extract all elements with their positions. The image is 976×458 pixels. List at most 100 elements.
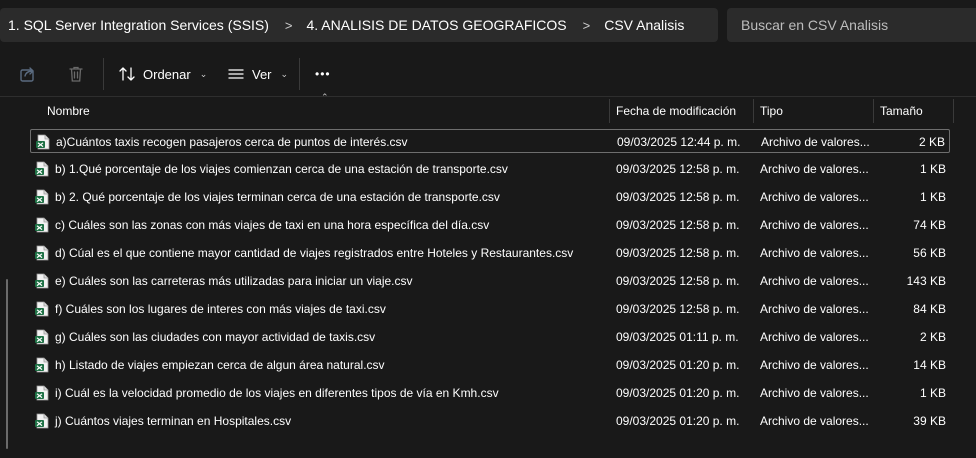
search-placeholder: Buscar en CSV Analisis: [741, 17, 889, 33]
file-type: Archivo de valores...: [761, 135, 870, 149]
chevron-right-icon[interactable]: >: [583, 18, 591, 33]
file-row[interactable]: j) Cuántos viajes terminan en Hospitales…: [30, 409, 950, 433]
file-size: 14 KB: [913, 358, 946, 372]
file-name: i) Cuál es la velocidad promedio de los …: [55, 386, 499, 400]
file-size: 84 KB: [913, 302, 946, 316]
file-type: Archivo de valores...: [760, 302, 869, 316]
breadcrumb[interactable]: 1. SQL Server Integration Services (SSIS…: [0, 8, 718, 42]
view-icon: [228, 69, 244, 79]
file-modified-date: 09/03/2025 12:58 p. m.: [616, 190, 740, 204]
column-header-name[interactable]: Nombre: [47, 104, 90, 118]
sort-icon: [119, 67, 135, 81]
file-size: 1 KB: [919, 162, 946, 176]
file-row[interactable]: g) Cuáles son las ciudades con mayor act…: [30, 325, 950, 349]
file-row[interactable]: i) Cuál es la velocidad promedio de los …: [30, 381, 950, 405]
file-name: f) Cuáles son los lugares de interes con…: [55, 302, 386, 316]
file-modified-date: 09/03/2025 12:58 p. m.: [616, 274, 740, 288]
file-row[interactable]: b) 1.Qué porcentaje de los viajes comien…: [30, 157, 950, 181]
file-name: d) Cúal es el que contiene mayor cantida…: [55, 246, 574, 260]
column-header-row: ⌃ Nombre Fecha de modificación Tipo Tama…: [0, 92, 976, 123]
chevron-right-icon[interactable]: >: [285, 18, 293, 33]
column-header-date[interactable]: Fecha de modificación: [616, 104, 736, 118]
toolbar-divider: [103, 58, 104, 90]
file-size: 2 KB: [919, 330, 946, 344]
file-type: Archivo de valores...: [760, 246, 869, 260]
toolbar-divider: [299, 58, 300, 90]
file-modified-date: 09/03/2025 12:44 p. m.: [617, 135, 741, 149]
file-name: e) Cuáles son las carreteras más utiliza…: [55, 274, 413, 288]
file-size: 2 KB: [918, 135, 945, 149]
sort-ascending-icon: ⌃: [321, 92, 329, 102]
breadcrumb-item-analisis-geograficos[interactable]: 4. ANALISIS DE DATOS GEOGRAFICOS: [307, 17, 567, 33]
file-list: ⌃ Nombre Fecha de modificación Tipo Tama…: [0, 92, 976, 458]
csv-file-icon: [34, 217, 50, 233]
more-options-button[interactable]: •••: [315, 62, 331, 86]
csv-file-icon: [34, 413, 50, 429]
column-header-type[interactable]: Tipo: [760, 104, 783, 118]
file-row[interactable]: f) Cuáles son los lugares de interes con…: [30, 297, 950, 321]
file-modified-date: 09/03/2025 12:58 p. m.: [616, 162, 740, 176]
search-input[interactable]: Buscar en CSV Analisis: [727, 8, 976, 42]
file-modified-date: 09/03/2025 01:20 p. m.: [616, 414, 740, 428]
csv-file-icon: [34, 161, 50, 177]
file-row[interactable]: a)Cuántos taxis recogen pasajeros cerca …: [30, 129, 950, 153]
csv-file-icon: [34, 189, 50, 205]
more-icon: •••: [315, 67, 331, 81]
csv-file-icon: [34, 357, 50, 373]
file-size: 56 KB: [913, 246, 946, 260]
csv-file-icon: [34, 273, 50, 289]
file-modified-date: 09/03/2025 12:58 p. m.: [616, 218, 740, 232]
file-type: Archivo de valores...: [760, 330, 869, 344]
command-bar: Ordenar ⌄ Ver ⌄ •••: [0, 52, 976, 96]
file-name: h) Listado de viajes empiezan cerca de a…: [55, 358, 385, 372]
file-name: b) 1.Qué porcentaje de los viajes comien…: [55, 162, 508, 176]
file-name: a)Cuántos taxis recogen pasajeros cerca …: [56, 135, 408, 149]
sort-button[interactable]: Ordenar ⌄: [118, 62, 207, 86]
chevron-down-icon: ⌄: [199, 68, 208, 79]
file-modified-date: 09/03/2025 12:58 p. m.: [616, 302, 740, 316]
view-label: Ver: [252, 66, 272, 82]
file-type: Archivo de valores...: [760, 162, 869, 176]
file-type: Archivo de valores...: [760, 358, 869, 372]
csv-file-icon: [34, 245, 50, 261]
file-size: 1 KB: [919, 386, 946, 400]
column-divider[interactable]: [873, 99, 874, 123]
sort-label: Ordenar: [143, 66, 191, 82]
file-type: Archivo de valores...: [760, 274, 869, 288]
file-row[interactable]: b) 2. Qué porcentaje de los viajes termi…: [30, 185, 950, 209]
breadcrumb-item-csv-analisis[interactable]: CSV Analisis: [604, 17, 684, 33]
file-name: g) Cuáles son las ciudades con mayor act…: [55, 330, 376, 344]
column-divider[interactable]: [609, 99, 610, 123]
csv-file-icon: [35, 134, 51, 150]
chevron-down-icon: ⌄: [280, 68, 289, 79]
trash-icon[interactable]: [67, 65, 85, 83]
file-modified-date: 09/03/2025 12:58 p. m.: [616, 246, 740, 260]
column-divider[interactable]: [953, 99, 954, 123]
file-type: Archivo de valores...: [760, 414, 869, 428]
csv-file-icon: [34, 329, 50, 345]
view-button[interactable]: Ver ⌄: [227, 62, 288, 86]
navigation-scrollbar[interactable]: [6, 279, 8, 449]
share-icon[interactable]: [19, 65, 37, 83]
file-type: Archivo de valores...: [760, 386, 869, 400]
file-modified-date: 09/03/2025 01:20 p. m.: [616, 386, 740, 400]
file-row[interactable]: h) Listado de viajes empiezan cerca de a…: [30, 353, 950, 377]
file-row[interactable]: c) Cuáles son las zonas con más viajes d…: [30, 213, 950, 237]
breadcrumb-item-ssis[interactable]: 1. SQL Server Integration Services (SSIS…: [8, 17, 269, 33]
csv-file-icon: [34, 301, 50, 317]
file-size: 74 KB: [913, 218, 946, 232]
file-name: j) Cuántos viajes terminan en Hospitales…: [55, 414, 292, 428]
file-modified-date: 09/03/2025 01:20 p. m.: [616, 358, 740, 372]
file-name: c) Cuáles son las zonas con más viajes d…: [55, 218, 490, 232]
file-row[interactable]: e) Cuáles son las carreteras más utiliza…: [30, 269, 950, 293]
file-size: 1 KB: [919, 190, 946, 204]
file-size: 143 KB: [906, 274, 946, 288]
file-modified-date: 09/03/2025 01:11 p. m.: [616, 330, 739, 344]
column-divider[interactable]: [753, 99, 754, 123]
file-name: b) 2. Qué porcentaje de los viajes termi…: [55, 190, 500, 204]
column-header-size[interactable]: Tamaño: [880, 104, 923, 118]
file-type: Archivo de valores...: [760, 190, 869, 204]
csv-file-icon: [34, 385, 50, 401]
file-type: Archivo de valores...: [760, 218, 869, 232]
file-row[interactable]: d) Cúal es el que contiene mayor cantida…: [30, 241, 950, 265]
